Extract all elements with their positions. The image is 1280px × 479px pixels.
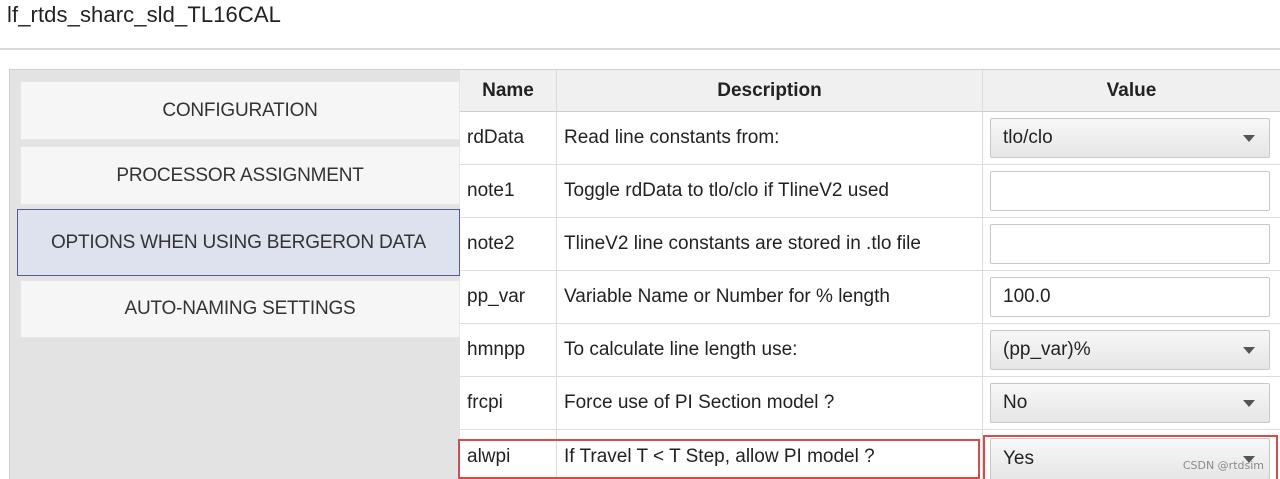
table-row: pp_var Variable Name or Number for % len…: [460, 271, 1280, 324]
note1-input[interactable]: [990, 171, 1270, 211]
nav-label: PROCESSOR ASSIGNMENT: [116, 164, 364, 186]
watermark: CSDN @rtdsim: [1182, 459, 1264, 472]
param-name: note1: [460, 165, 557, 217]
chevron-down-icon: [1243, 347, 1255, 354]
header-description[interactable]: Description: [557, 70, 983, 111]
table-row: hmnpp To calculate line length use: (pp_…: [460, 324, 1280, 377]
param-description: To calculate line length use:: [557, 324, 983, 376]
param-name: hmnpp: [460, 324, 557, 376]
param-name: pp_var: [460, 271, 557, 323]
nav-options-bergeron[interactable]: OPTIONS WHEN USING BERGERON DATA: [17, 209, 460, 276]
header-name[interactable]: Name: [460, 70, 557, 111]
highlight-box: [458, 439, 980, 479]
table-row: note1 Toggle rdData to tlo/clo if TlineV…: [460, 165, 1280, 218]
pp-var-input[interactable]: [990, 277, 1270, 317]
note2-input[interactable]: [990, 224, 1270, 264]
rddata-select[interactable]: tlo/clo: [990, 118, 1270, 158]
param-name: note2: [460, 218, 557, 270]
table-row: note2 TlineV2 line constants are stored …: [460, 218, 1280, 271]
select-value: No: [1003, 392, 1028, 413]
param-description: Variable Name or Number for % length: [557, 271, 983, 323]
nav-label: CONFIGURATION: [162, 99, 318, 121]
table-row: rdData Read line constants from: tlo/clo: [460, 112, 1280, 165]
table-header: Name Description Value: [460, 70, 1280, 112]
select-value: (pp_var)%: [1003, 339, 1091, 360]
nav-auto-naming[interactable]: AUTO-NAMING SETTINGS: [20, 280, 460, 338]
chevron-down-icon: [1243, 135, 1255, 142]
select-value: tlo/clo: [1003, 127, 1053, 148]
header-value[interactable]: Value: [983, 70, 1280, 111]
highlight-box-value: [983, 435, 1278, 479]
param-description: TlineV2 line constants are stored in .tl…: [557, 218, 983, 270]
nav-configuration[interactable]: CONFIGURATION: [20, 81, 460, 140]
nav-label: AUTO-NAMING SETTINGS: [124, 298, 356, 319]
window-title: lf_rtds_sharc_sld_TL16CAL: [7, 2, 281, 27]
nav-label: OPTIONS WHEN USING BERGERON DATA: [50, 231, 427, 253]
param-description: Read line constants from:: [557, 112, 983, 164]
param-name: rdData: [460, 112, 557, 164]
param-description: Force use of PI Section model ?: [557, 377, 983, 429]
nav-processor-assignment[interactable]: PROCESSOR ASSIGNMENT: [20, 146, 460, 205]
param-name: frcpi: [460, 377, 557, 429]
title-divider: [0, 48, 1280, 50]
chevron-down-icon: [1243, 400, 1255, 407]
table-row: frcpi Force use of PI Section model ? No: [460, 377, 1280, 430]
hmnpp-select[interactable]: (pp_var)%: [990, 330, 1270, 370]
frcpi-select[interactable]: No: [990, 383, 1270, 423]
param-description: Toggle rdData to tlo/clo if TlineV2 used: [557, 165, 983, 217]
